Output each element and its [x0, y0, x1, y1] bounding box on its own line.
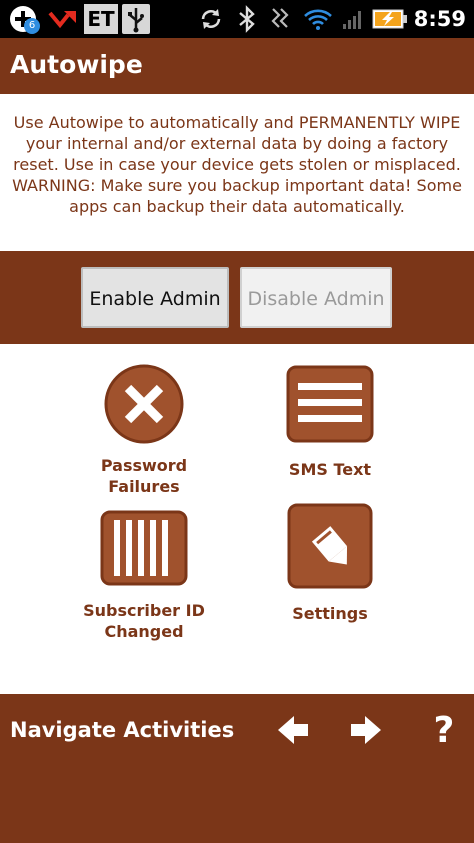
sms-text-label: SMS Text — [288, 460, 372, 479]
signal-icon — [336, 0, 370, 38]
enable-admin-button[interactable]: Enable Admin — [81, 267, 229, 328]
subscriber-id-changed-label: Subscriber ID Changed — [83, 601, 205, 641]
bottom-nav-bar: Navigate Activities ? — [0, 694, 474, 843]
sync-icon — [192, 0, 230, 38]
subscriber-id-changed-tile[interactable]: Subscriber ID Changed — [54, 510, 234, 642]
message-lines-icon — [286, 365, 374, 443]
et-icon: ET — [84, 4, 118, 34]
status-bar: 6 ET 8:59 — [0, 0, 474, 38]
password-failures-label: Password Failures — [100, 456, 188, 496]
arrow-left-icon[interactable] — [273, 710, 313, 750]
notification-badge: 6 — [24, 18, 40, 34]
vibrate-icon — [264, 0, 300, 38]
description-text: Use Autowipe to automatically and PERMAN… — [12, 113, 462, 216]
help-button[interactable]: ? — [424, 710, 464, 751]
settings-label: Settings — [292, 604, 368, 623]
disable-admin-button[interactable]: Disable Admin — [240, 267, 392, 328]
page-title: Autowipe — [10, 50, 143, 79]
battery-charging-icon — [370, 0, 410, 38]
barcode-icon — [100, 510, 188, 586]
pencil-edit-icon — [287, 503, 373, 589]
app-header: Autowipe — [0, 38, 474, 94]
password-failures-tile[interactable]: Password Failures — [54, 361, 234, 497]
arrow-right-icon[interactable] — [346, 710, 386, 750]
bluetooth-icon — [230, 0, 264, 38]
close-circle-icon — [103, 363, 185, 445]
admin-button-bar: Enable Admin Disable Admin — [0, 251, 474, 344]
wifi-icon — [300, 0, 336, 38]
usb-icon — [122, 4, 150, 34]
navigate-activities-label: Navigate Activities — [10, 718, 235, 742]
settings-tile[interactable]: Settings — [240, 503, 420, 624]
missed-call-icon — [46, 0, 80, 38]
plus-icon: 6 — [0, 0, 46, 38]
clock: 8:59 — [413, 7, 466, 31]
sms-text-tile[interactable]: SMS Text — [240, 365, 420, 480]
